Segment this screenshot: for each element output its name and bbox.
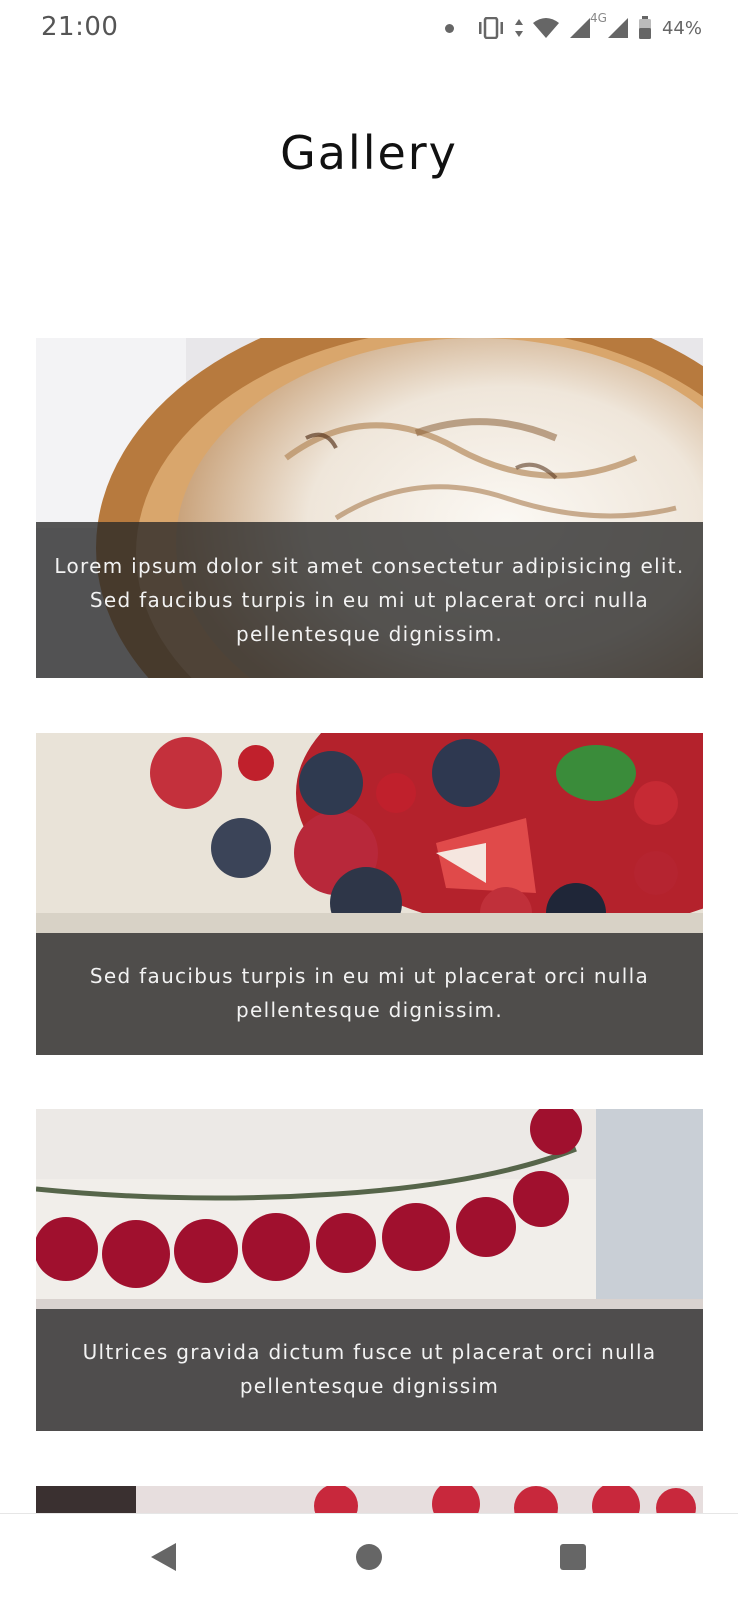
- gallery-item[interactable]: Sed faucibus turpis in eu mi ut placerat…: [36, 733, 703, 1055]
- status-time: 21:00: [41, 12, 119, 42]
- back-icon: [151, 1543, 176, 1571]
- notification-dot-icon: [444, 23, 454, 33]
- signal-icon-secondary: [606, 17, 630, 39]
- gallery-caption: Ultrices gravida dictum fusce ut placera…: [36, 1309, 703, 1431]
- home-icon: [356, 1544, 382, 1570]
- network-type-label: 4G: [589, 11, 607, 25]
- vibrate-icon: [476, 17, 506, 39]
- home-button[interactable]: [324, 1514, 414, 1599]
- status-icons: 4G 44%: [444, 11, 702, 42]
- wifi-icon: [532, 17, 560, 39]
- status-bar: 21:00 4G 44%: [0, 0, 738, 56]
- gallery-caption: Sed faucibus turpis in eu mi ut placerat…: [36, 933, 703, 1055]
- data-arrows-icon: [514, 17, 524, 39]
- recents-button[interactable]: [528, 1514, 618, 1599]
- gallery-caption: Lorem ipsum dolor sit amet consectetur a…: [36, 522, 703, 678]
- screen: 21:00 4G 44% Gallery Lorem ipsum dolor s…: [0, 0, 738, 1599]
- battery-icon: [638, 16, 652, 40]
- back-button[interactable]: [118, 1514, 208, 1599]
- signal-icon: 4G: [568, 11, 607, 39]
- page-title: Gallery: [280, 126, 458, 180]
- battery-percent: 44%: [661, 17, 702, 39]
- system-nav-bar: [0, 1513, 738, 1599]
- gallery-item[interactable]: Lorem ipsum dolor sit amet consectetur a…: [36, 338, 703, 678]
- gallery-item[interactable]: Ultrices gravida dictum fusce ut placera…: [36, 1109, 703, 1431]
- recents-icon: [560, 1544, 586, 1570]
